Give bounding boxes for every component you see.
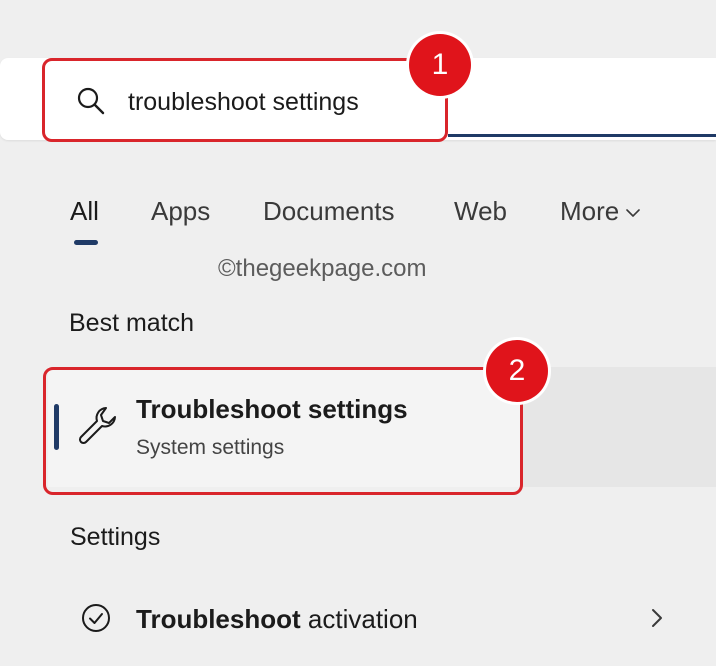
settings-heading: Settings — [70, 523, 161, 551]
tab-web[interactable]: Web — [454, 194, 507, 228]
tab-more[interactable]: More — [560, 194, 641, 228]
callout-highlight-1 — [42, 58, 448, 142]
callout-badge-2: 2 — [486, 340, 548, 402]
callout-badge-1: 1 — [409, 34, 471, 96]
settings-result-title-bold: Troubleshoot — [136, 604, 301, 634]
settings-result-title: Troubleshoot activation — [136, 602, 418, 636]
tab-documents[interactable]: Documents — [263, 194, 395, 228]
callout-highlight-2 — [43, 367, 523, 495]
settings-result-title-rest: activation — [300, 604, 418, 634]
tab-more-label: More — [560, 196, 620, 226]
tab-apps[interactable]: Apps — [151, 194, 210, 228]
chevron-right-icon[interactable] — [648, 607, 666, 629]
tab-all[interactable]: All — [70, 194, 99, 228]
chevron-down-icon — [626, 209, 641, 217]
best-match-heading: Best match — [69, 309, 195, 337]
tab-selected-indicator — [74, 240, 98, 245]
check-circle-icon — [82, 604, 110, 632]
watermark: ©thegeekpage.com — [218, 255, 427, 282]
search-focus-underline — [448, 134, 716, 137]
